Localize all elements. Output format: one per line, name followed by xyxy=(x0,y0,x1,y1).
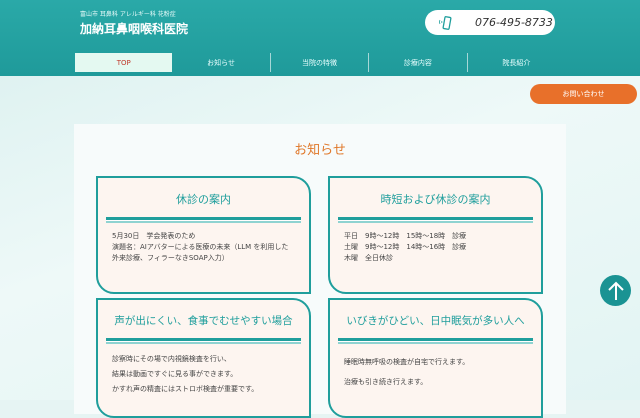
card-title: 声が出にくい、食事でむせやすい場合 xyxy=(114,315,293,327)
card-line: 結果は動画ですぐに見る事ができます。 xyxy=(112,370,238,378)
contact-button[interactable]: お問い合わせ xyxy=(530,84,637,104)
divider xyxy=(106,338,301,342)
news-card: 時短および休診の案内 平日 9時～12時 15時～18時 診療 土曜 9時～12時… xyxy=(328,176,543,294)
card-title: 休診の案内 xyxy=(176,193,231,206)
clinic-name-logo[interactable]: 加納耳鼻咽喉科医院 xyxy=(80,20,188,37)
news-section: お知らせ 休診の案内 5月30日 学会発表のため演題名：AIアバターによる医療の… xyxy=(74,124,566,418)
nav-director[interactable]: 院長紹介 xyxy=(466,53,565,72)
news-card: いびきがひどい、日中眠気が多い人へ 睡眠時無呼吸の検査が自宅で行えます。 治療も引… xyxy=(328,298,543,418)
card-title: いびきがひどい、日中眠気が多い人へ xyxy=(346,315,525,327)
nav-services[interactable]: 診療内容 xyxy=(368,53,466,72)
arrow-up-icon xyxy=(607,281,624,300)
phone-icon xyxy=(439,15,452,30)
nav-features[interactable]: 当院の特徴 xyxy=(269,53,368,72)
card-line: かすれ声の精査にはストロボ検査が重要です。 xyxy=(112,385,259,393)
card-line: 睡眠時無呼吸の検査が自宅で行えます。 xyxy=(344,358,470,366)
card-line: 平日 9時～12時 15時～18時 診療 xyxy=(344,232,467,240)
card-line: 土曜 9時～12時 14時～16時 診療 xyxy=(344,243,467,251)
card-line: 演題名：AIアバターによる医療の未来（LLM を利用した外来診療、フィラーなきS… xyxy=(112,243,289,262)
divider xyxy=(338,338,533,342)
nav-top[interactable]: TOP xyxy=(75,53,173,72)
card-title: 時短および休診の案内 xyxy=(380,193,491,206)
card-line: 5月30日 学会発表のため xyxy=(112,232,196,240)
news-card: 休診の案内 5月30日 学会発表のため演題名：AIアバターによる医療の未来（LL… xyxy=(96,176,311,294)
section-title: お知らせ xyxy=(294,143,346,158)
card-line: 治療も引き続き行えます。 xyxy=(344,378,428,386)
card-line: 木曜 全日休診 xyxy=(344,254,393,262)
nav-news[interactable]: お知らせ xyxy=(172,53,269,72)
phone-button[interactable]: 076-495-8733 xyxy=(425,10,555,35)
card-line: 診察時にその場で内視鏡検査を行い、 xyxy=(112,355,231,363)
main-nav: TOP お知らせ 当院の特徴 診療内容 院長紹介 xyxy=(75,53,565,72)
news-card: 声が出にくい、食事でむせやすい場合 診察時にその場で内視鏡検査を行い、 結果は動画… xyxy=(96,298,311,418)
site-header: 富山市 耳鼻科 アレルギー科 花粉症 加納耳鼻咽喉科医院 076-495-873… xyxy=(0,0,640,76)
divider xyxy=(106,217,301,221)
tagline: 富山市 耳鼻科 アレルギー科 花粉症 xyxy=(80,11,176,18)
scroll-to-top-button[interactable] xyxy=(600,275,631,306)
divider xyxy=(338,217,533,221)
phone-number: 076-495-8733 xyxy=(475,16,553,29)
